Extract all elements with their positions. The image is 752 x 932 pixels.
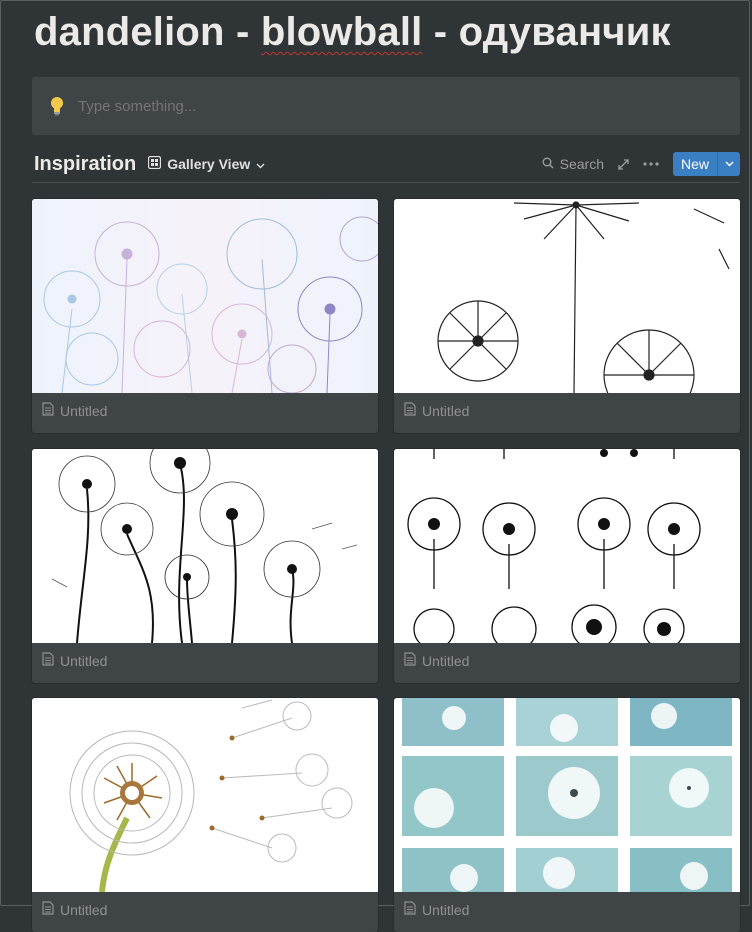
card-title-text: Untitled — [422, 402, 470, 419]
lightbulb-icon — [48, 95, 66, 117]
gallery-card[interactable]: Untitled — [32, 199, 378, 433]
card-title-text: Untitled — [60, 402, 108, 419]
page-title[interactable]: dandelion - blowball - одуванчик — [34, 10, 671, 55]
card-title: Untitled — [42, 652, 107, 669]
card-title-text: Untitled — [60, 652, 108, 669]
page-icon — [42, 402, 54, 419]
card-title: Untitled — [404, 652, 469, 669]
new-button-group: New — [672, 152, 740, 176]
page-icon — [404, 901, 416, 918]
page-icon — [404, 402, 416, 419]
database-toolbar: Search New — [542, 152, 740, 176]
card-cover-image — [394, 698, 740, 892]
view-label: Gallery View — [167, 156, 251, 172]
card-title: Untitled — [404, 402, 469, 419]
new-dropdown-chevron-icon[interactable] — [717, 152, 740, 176]
card-cover-image — [394, 449, 740, 643]
database-title[interactable]: Inspiration — [34, 153, 136, 176]
gallery-card[interactable]: Untitled — [32, 449, 378, 683]
card-title: Untitled — [42, 402, 107, 419]
title-part-3: - одуванчик — [422, 10, 671, 54]
card-title-text: Untitled — [422, 901, 470, 918]
card-title-text: Untitled — [60, 901, 108, 918]
page-icon — [42, 652, 54, 669]
search-label: Search — [559, 156, 604, 172]
card-cover-image — [394, 199, 740, 393]
card-title: Untitled — [42, 901, 107, 918]
card-cover-image — [32, 199, 378, 393]
page-icon — [404, 652, 416, 669]
chevron-down-icon — [256, 156, 265, 172]
card-title: Untitled — [404, 901, 469, 918]
gallery-card[interactable]: Untitled — [394, 449, 740, 683]
more-options-icon[interactable] — [643, 162, 659, 166]
page-icon — [42, 901, 54, 918]
title-part-2-misspelled: blowball — [260, 10, 423, 54]
view-switcher[interactable]: Gallery View — [148, 155, 265, 172]
card-title-text: Untitled — [422, 652, 470, 669]
gallery-grid-icon — [148, 155, 162, 172]
gallery-card[interactable]: Untitled — [32, 698, 378, 932]
expand-icon[interactable] — [618, 158, 629, 170]
new-button[interactable]: New — [672, 152, 717, 176]
callout-block[interactable] — [32, 77, 740, 135]
search-button[interactable]: Search — [542, 156, 604, 172]
gallery-card[interactable]: Untitled — [394, 698, 740, 932]
card-cover-image — [32, 698, 378, 892]
card-cover-image — [32, 449, 378, 643]
database-header: Inspiration Gallery View Search New — [34, 146, 740, 182]
search-icon — [542, 156, 554, 172]
gallery-card[interactable]: Untitled — [394, 199, 740, 433]
callout-input[interactable] — [76, 96, 680, 116]
header-divider — [32, 182, 740, 183]
title-part-1: dandelion - — [34, 10, 261, 54]
